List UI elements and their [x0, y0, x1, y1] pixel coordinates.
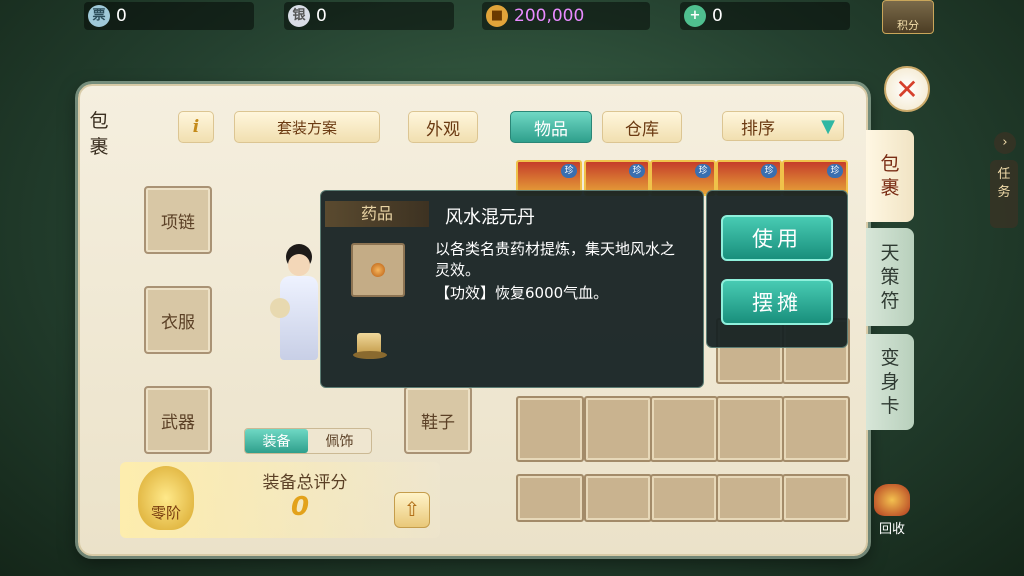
inventory-slot[interactable]: [782, 474, 850, 522]
currency-value: 0: [712, 6, 723, 26]
panel-title-bag: 包 裹: [89, 110, 109, 158]
appearance-button[interactable]: 外观: [408, 111, 478, 143]
subtab-equip[interactable]: 装备: [245, 429, 308, 453]
sort-dropdown[interactable]: 排序 ▼: [722, 111, 844, 141]
stall-button[interactable]: 摆摊: [721, 279, 833, 325]
upgrade-arrow-button[interactable]: ⇧: [394, 492, 430, 528]
currency-jade-coin[interactable]: + 0: [680, 2, 850, 30]
inventory-slot[interactable]: [650, 474, 718, 522]
pill-icon: [371, 263, 385, 277]
score-title: 装备总评分: [262, 473, 348, 493]
silver-ingot-icon: 银: [288, 5, 310, 27]
inventory-slot[interactable]: [716, 474, 784, 522]
currency-value: 0: [116, 6, 127, 26]
subtab-accessory[interactable]: 佩饰: [308, 429, 371, 453]
item-effect: 【功效】恢复6000气血。: [435, 284, 609, 302]
suit-plan-button[interactable]: 套装方案: [234, 111, 380, 143]
recycle-bin-icon: [351, 329, 389, 361]
inventory-slot[interactable]: [516, 396, 584, 462]
item-tooltip: 药品 风水混元丹 以各类名贵药材提炼，集天地风水之灵效。 【功效】恢复6000气…: [320, 190, 704, 388]
inventory-slot[interactable]: [584, 474, 652, 522]
item-icon: [351, 243, 405, 297]
tab-items[interactable]: 物品: [510, 111, 592, 143]
info-button[interactable]: i: [178, 111, 214, 143]
slot-shoes[interactable]: 鞋子: [404, 386, 472, 454]
slot-necklace[interactable]: 项链: [144, 186, 212, 254]
inventory-slot[interactable]: [782, 396, 850, 462]
points-button[interactable]: 积分: [882, 0, 934, 34]
gold-coin-icon: ■: [486, 5, 508, 27]
slot-weapon[interactable]: 武器: [144, 386, 212, 454]
use-button[interactable]: 使用: [721, 215, 833, 261]
rank-label: 零阶: [150, 504, 181, 522]
inventory-slot[interactable]: [516, 474, 584, 522]
item-category-badge: 药品: [325, 201, 429, 227]
recycle-button[interactable]: 回收: [868, 482, 916, 538]
close-icon: ✕: [895, 72, 919, 106]
inventory-slot[interactable]: [716, 396, 784, 462]
tab-transform-card[interactable]: 变 身 卡: [866, 334, 914, 430]
equip-subtabs: 装备 佩饰: [244, 428, 372, 454]
item-name: 风水混元丹: [445, 207, 535, 228]
item-description: 以各类名贵药材提炼，集天地风水之灵效。: [435, 240, 676, 279]
currency-value: 200,000: [514, 6, 585, 26]
jade-coin-icon: +: [684, 5, 706, 27]
tab-warehouse[interactable]: 仓库: [602, 111, 682, 143]
close-button[interactable]: ✕: [884, 66, 930, 112]
tab-talisman[interactable]: 天 策 符: [866, 228, 914, 326]
treasure-bag-icon: [874, 484, 910, 516]
score-value: 0: [290, 492, 310, 522]
currency-value: 0: [316, 6, 327, 26]
inventory-slot[interactable]: [650, 396, 718, 462]
chevron-right-icon[interactable]: ›: [994, 132, 1016, 154]
inventory-slot[interactable]: [584, 396, 652, 462]
task-side-tab[interactable]: 任 务: [990, 160, 1018, 228]
currency-gold-coin: ■ 200,000: [482, 2, 650, 30]
silver-ticket-icon: 票: [88, 5, 110, 27]
currency-silver-ticket: 票 0: [84, 2, 254, 30]
slot-clothes[interactable]: 衣服: [144, 286, 212, 354]
currency-silver-ingot: 银 0: [284, 2, 454, 30]
item-actions: 使用 摆摊: [706, 190, 848, 348]
chevron-down-icon: ▼: [821, 116, 835, 137]
tab-bag[interactable]: 包 裹: [866, 130, 914, 222]
